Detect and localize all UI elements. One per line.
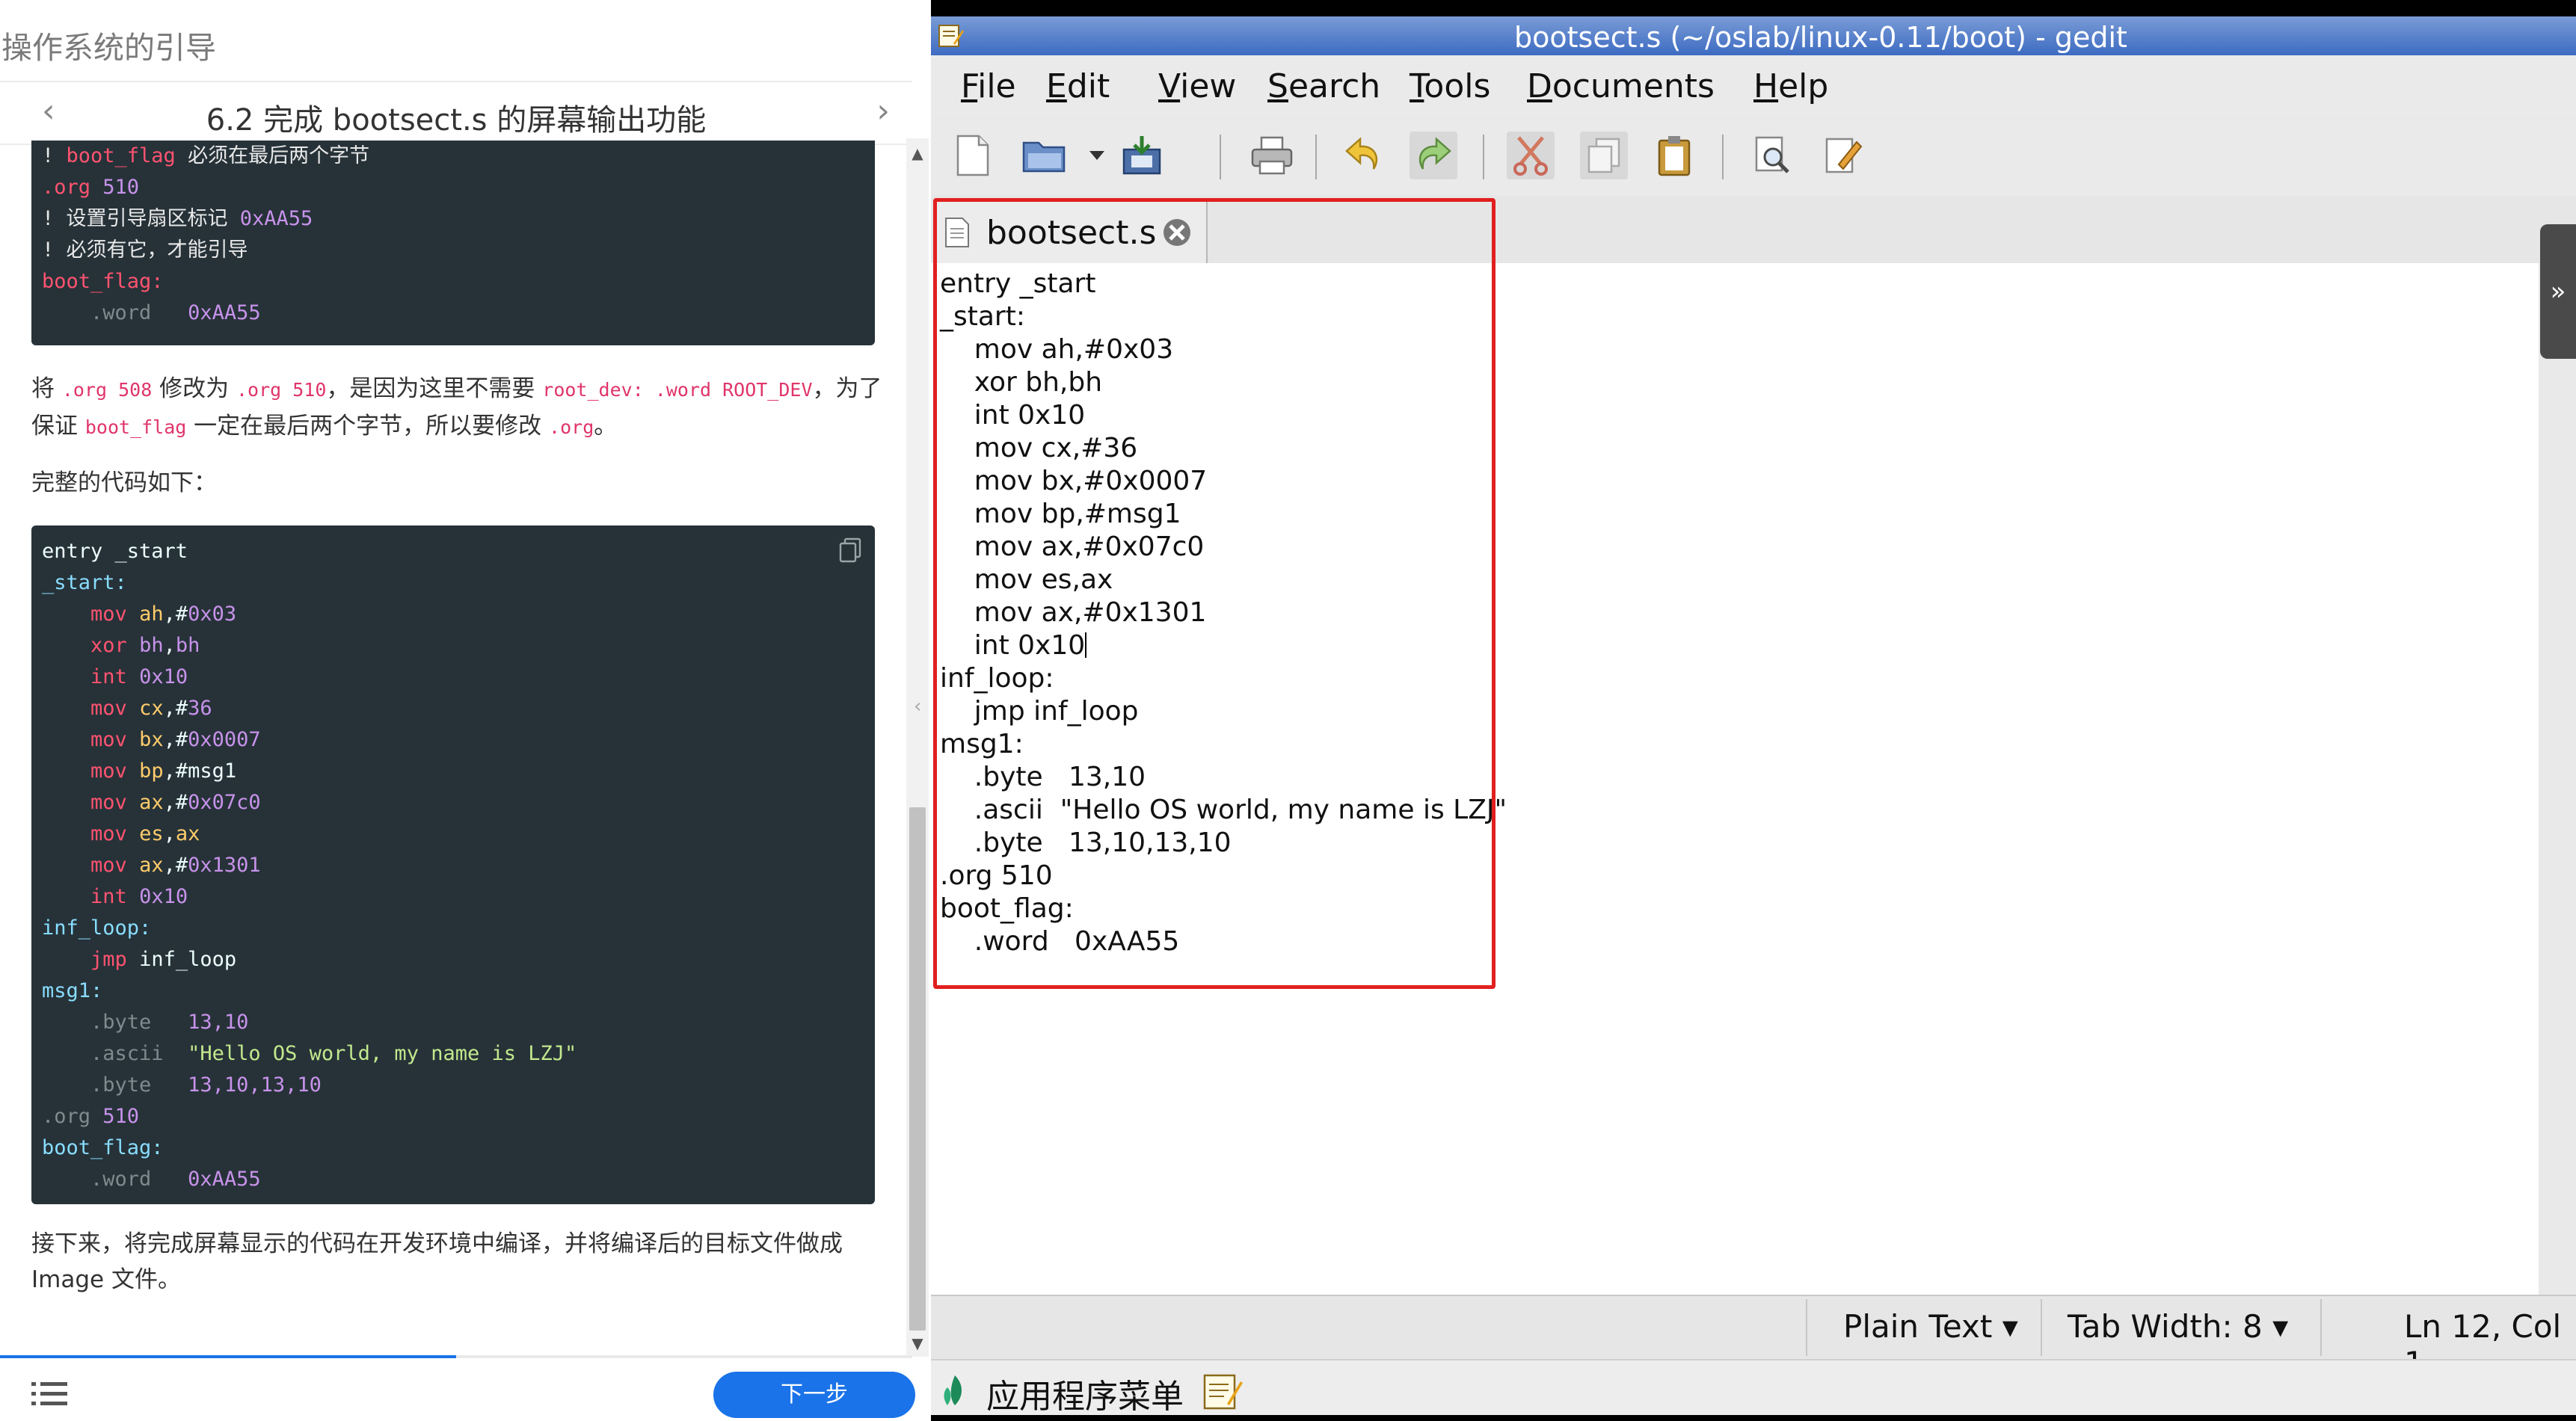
tab-bootsect[interactable]: bootsect.s <box>937 200 1208 263</box>
menu-tools[interactable]: Tools <box>1410 67 1490 105</box>
editor-line: mov bx,#0x0007 <box>940 466 1208 496</box>
window-title: bootsect.s (~/oslab/linux-0.11/boot) - g… <box>1514 21 2127 54</box>
editor-line: msg1: <box>940 729 1024 759</box>
menubar: File Edit View Search Tools Documents He… <box>931 55 2576 118</box>
editor-line: jmp inf_loop <box>940 696 1139 727</box>
menu-edit[interactable]: Edit <box>1046 67 1110 105</box>
code-snippet: ! boot_flag 必须在最后两个字节 .org 510 ! 设置引导扇区标… <box>31 141 875 345</box>
tutorial-pane: 操作系统的引导 ‹ 6.2 完成 bootsect.s 的屏幕输出功能 › ! … <box>0 0 931 1421</box>
tab-label: bootsect.s <box>986 214 1157 252</box>
undo-icon[interactable] <box>1339 132 1387 179</box>
full-code-intro: 完整的代码如下： <box>31 469 217 496</box>
text-caret <box>1085 632 1087 658</box>
editor-line-current: int 0x10 <box>940 630 1087 661</box>
expand-panel-icon[interactable]: » <box>2540 224 2576 359</box>
copy-toolbar-icon[interactable] <box>1580 132 1628 179</box>
full-code-block: entry _start _start: mov ah,#0x03 xor bh… <box>31 525 875 1204</box>
text-editor[interactable]: entry _start _start: mov ah,#0x03 xor bh… <box>931 263 2539 1295</box>
toolbar <box>931 120 2576 197</box>
menu-file[interactable]: File <box>961 67 1016 105</box>
open-folder-icon[interactable] <box>1021 132 1069 179</box>
editor-line: mov ah,#0x03 <box>940 334 1174 365</box>
statusbar: Plain Text ▾ Tab Width: 8 ▾ Ln 12, Col 1 <box>931 1295 2576 1381</box>
window-titlebar[interactable]: bootsect.s (~/oslab/linux-0.11/boot) - g… <box>931 16 2576 55</box>
new-document-icon[interactable] <box>949 132 997 179</box>
screen-top-bar <box>931 0 2576 16</box>
scroll-thumb[interactable] <box>909 807 926 1331</box>
editor-line: mov es,ax <box>940 564 1113 595</box>
editor-line: .byte 13,10 <box>940 762 1146 792</box>
menu-help[interactable]: Help <box>1753 67 1828 105</box>
editor-line: .word 0xAA55 <box>940 926 1180 957</box>
editor-line: int 0x10 <box>940 400 1086 431</box>
scroll-up-icon[interactable]: ▲ <box>911 144 924 162</box>
next-step-paragraph: 接下来，将完成屏幕显示的代码在开发环境中编译，并将编译后的目标文件做成 Imag… <box>31 1230 843 1293</box>
applications-menu-icon[interactable] <box>941 1374 968 1407</box>
editor-line: _start: <box>940 301 1025 332</box>
gedit-taskbar-icon[interactable] <box>1202 1369 1244 1411</box>
copy-icon[interactable] <box>839 537 861 563</box>
open-dropdown-icon[interactable] <box>1082 132 1112 179</box>
editor-line: mov bp,#msg1 <box>940 499 1181 529</box>
next-step-button[interactable]: 下一步 <box>713 1372 915 1418</box>
next-chevron-icon[interactable]: › <box>876 93 890 130</box>
screen-bottom-bar <box>931 1415 2576 1421</box>
close-tab-icon[interactable] <box>1161 217 1193 248</box>
applications-menu[interactable]: 应用程序菜单 <box>986 1369 1184 1417</box>
editor-line: .org 510 <box>940 860 1053 891</box>
editor-line: mov ax,#0x07c0 <box>940 531 1205 562</box>
print-icon[interactable] <box>1248 132 1296 179</box>
paste-icon[interactable] <box>1650 132 1698 179</box>
cut-icon[interactable] <box>1507 132 1555 179</box>
tab-width-selector[interactable]: Tab Width: 8 ▾ <box>2068 1308 2288 1345</box>
editor-line: .ascii "Hello OS world, my name is LZJ" <box>940 795 1507 825</box>
editor-line: .byte 13,10,13,10 <box>940 827 1232 858</box>
chevron-down-icon: ▾ <box>2002 1308 2018 1345</box>
document-tabbar: bootsect.s <box>931 196 2576 263</box>
bottom-bar: 下一步 <box>0 1358 931 1421</box>
editor-line: mov cx,#36 <box>940 433 1138 463</box>
chevron-down-icon: ▾ <box>2272 1308 2289 1345</box>
section-title: 6.2 完成 bootsect.s 的屏幕输出功能 <box>206 103 707 138</box>
replace-icon[interactable] <box>1819 132 1867 179</box>
scroll-down-icon[interactable]: ▼ <box>911 1334 924 1352</box>
site-title: 操作系统的引导 <box>1 30 216 66</box>
section-header: ‹ 6.2 完成 bootsect.s 的屏幕输出功能 › <box>0 81 912 145</box>
taskbar: 应用程序菜单 <box>931 1359 2576 1421</box>
menu-search[interactable]: Search <box>1267 67 1380 105</box>
editor-line: inf_loop: <box>940 663 1054 694</box>
text-file-icon <box>945 218 969 247</box>
menu-documents[interactable]: Documents <box>1527 67 1715 105</box>
redo-icon[interactable] <box>1410 132 1457 179</box>
find-icon[interactable] <box>1749 132 1797 179</box>
scrollbar[interactable]: ▲ ▼ <box>906 138 929 1357</box>
editor-line: entry _start <box>940 268 1096 299</box>
editor-line: mov ax,#0x1301 <box>940 597 1207 628</box>
table-of-contents-icon[interactable] <box>31 1381 67 1408</box>
menu-view[interactable]: View <box>1158 67 1236 105</box>
editor-line: xor bh,bh <box>940 367 1103 398</box>
explanation-paragraph: 将 .org 508 修改为 .org 510，是因为这里不需要 root_de… <box>31 375 882 440</box>
language-selector[interactable]: Plain Text ▾ <box>1843 1308 2018 1345</box>
collapse-chevron-icon[interactable]: ‹ <box>914 695 921 718</box>
editor-line: boot_flag: <box>940 893 1074 924</box>
save-icon[interactable] <box>1118 132 1166 179</box>
gedit-window: bootsect.s (~/oslab/linux-0.11/boot) - g… <box>931 0 2576 1421</box>
